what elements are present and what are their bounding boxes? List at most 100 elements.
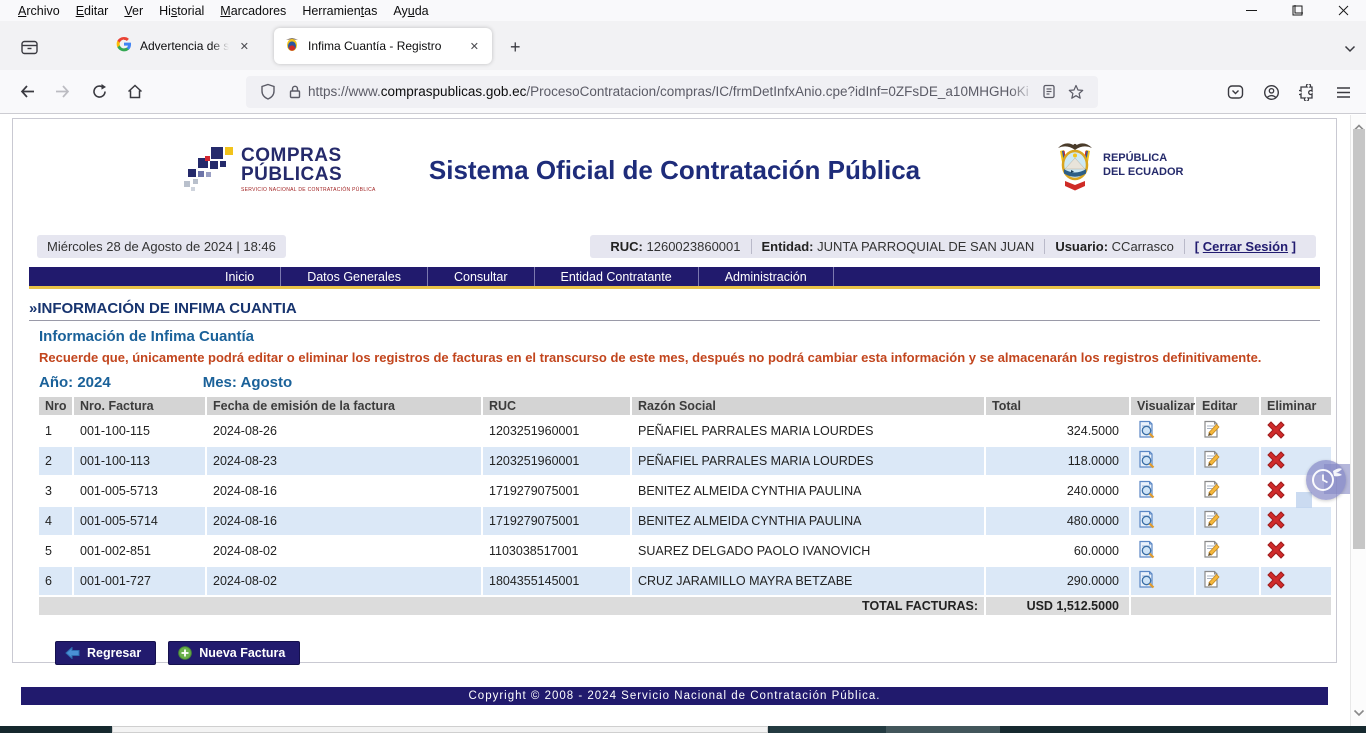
forward-icon[interactable] [48, 77, 78, 107]
reload-icon[interactable] [84, 77, 114, 107]
url-bar[interactable]: https://www.compraspublicas.gob.ec/Proce… [246, 76, 1098, 108]
taskbar-segment [0, 726, 110, 733]
scrollbar-thumb[interactable] [1353, 129, 1365, 549]
eliminar-icon[interactable] [1267, 541, 1285, 559]
pocket-icon[interactable] [1220, 77, 1250, 107]
cell-factura: 001-002-851 [74, 537, 205, 565]
taskbar-segment [1000, 726, 1366, 733]
visualizar-icon[interactable] [1137, 540, 1156, 559]
datetime-box: Miércoles 28 de Agosto de 2024 | 18:46 [37, 235, 286, 258]
visualizar-icon[interactable] [1137, 480, 1156, 499]
lock-icon[interactable] [288, 84, 302, 100]
col-nro: Nro [39, 397, 72, 415]
clock-wing-icon[interactable] [1306, 460, 1346, 500]
account-icon[interactable] [1256, 77, 1286, 107]
tab-advertencia[interactable]: Advertencia de software malici ✕ [106, 28, 262, 64]
eliminar-icon[interactable] [1267, 481, 1285, 499]
scroll-down-icon[interactable] [1353, 704, 1365, 722]
republica-ecuador-logo: REPÚBLICA DEL ECUADOR [1053, 139, 1183, 193]
shield-icon[interactable] [260, 83, 276, 100]
menu-ayuda[interactable]: Ayuda [385, 2, 436, 20]
cell-total: 60.0000 [986, 537, 1129, 565]
warning-text: Recuerde que, únicamente podrá editar o … [39, 350, 1269, 366]
visualizar-icon[interactable] [1137, 510, 1156, 529]
editar-icon[interactable] [1202, 570, 1221, 589]
cell-ruc: 1719279075001 [483, 507, 630, 535]
col-fecha: Fecha de emisión de la factura [207, 397, 481, 415]
cell-razon: BENITEZ ALMEIDA CYNTHIA PAULINA [632, 477, 984, 505]
logo-tagline: SERVICIO NACIONAL DE CONTRATACIÓN PÚBLIC… [241, 187, 376, 193]
close-window-button[interactable] [1320, 0, 1366, 21]
firefox-view-icon[interactable] [14, 32, 44, 62]
editar-icon[interactable] [1202, 420, 1221, 439]
taskbar-strip [0, 726, 1366, 733]
cell-fecha: 2024-08-16 [207, 477, 481, 505]
taskbar-search-sliver[interactable] [112, 726, 768, 733]
menu-herramientas[interactable]: Herramientas [294, 2, 385, 20]
visualizar-icon[interactable] [1137, 450, 1156, 469]
cell-fecha: 2024-08-02 [207, 537, 481, 565]
menu-editar[interactable]: Editar [68, 2, 117, 20]
cell-factura: 001-100-115 [74, 417, 205, 445]
eliminar-icon[interactable] [1267, 571, 1285, 589]
new-tab-button[interactable]: + [502, 37, 529, 58]
cell-total: 290.0000 [986, 567, 1129, 595]
month-label: Mes: Agosto [203, 374, 292, 391]
col-visualizar: Visualizar [1131, 397, 1194, 415]
page-content: COMPRAS PÚBLICAS SERVICIO NACIONAL DE CO… [12, 118, 1337, 663]
nav-item-datos-generales[interactable]: Datos Generales [281, 267, 428, 286]
visualizar-icon[interactable] [1137, 570, 1156, 589]
editar-icon[interactable] [1202, 450, 1221, 469]
nueva-factura-button[interactable]: Nueva Factura [168, 641, 300, 665]
col-razon: Razón Social [632, 397, 984, 415]
cell-ruc: 1203251960001 [483, 417, 630, 445]
back-icon[interactable] [12, 77, 42, 107]
tab-infima-cuantia[interactable]: Infima Cuantía - Registro ✕ [274, 28, 492, 64]
reader-mode-icon[interactable] [1042, 84, 1056, 99]
extensions-puzzle-icon[interactable] [1292, 77, 1322, 107]
list-all-tabs-icon[interactable] [1344, 40, 1356, 58]
vertical-scrollbar[interactable] [1350, 115, 1366, 726]
editar-icon[interactable] [1202, 510, 1221, 529]
section-title: Información de Infima Cuantía [39, 328, 1320, 345]
year-label: Año: 2024 [39, 374, 111, 391]
browser-toolbar: https://www.compraspublicas.gob.ec/Proce… [0, 70, 1366, 114]
cell-fecha: 2024-08-02 [207, 567, 481, 595]
nav-item-entidad-contratante[interactable]: Entidad Contratante [535, 267, 699, 286]
hamburger-menu-icon[interactable] [1328, 77, 1358, 107]
floating-clock-widget[interactable] [1306, 460, 1346, 500]
home-icon[interactable] [120, 77, 150, 107]
cell-total: 324.5000 [986, 417, 1129, 445]
nav-item-consultar[interactable]: Consultar [428, 267, 535, 286]
ruc-segment: RUC: 1260023860001 [600, 239, 750, 254]
menu-archivo[interactable]: Archivo [10, 2, 68, 20]
eliminar-icon[interactable] [1267, 421, 1285, 439]
cell-ruc: 1804355145001 [483, 567, 630, 595]
nav-item-inicio[interactable]: Inicio [199, 267, 281, 286]
invoices-table: Nro Nro. Factura Fecha de emisión de la … [37, 395, 1333, 617]
regresar-button[interactable]: Regresar [55, 641, 156, 665]
menu-marcadores[interactable]: Marcadores [212, 2, 294, 20]
cell-total: 118.0000 [986, 447, 1129, 475]
menu-historial[interactable]: Historial [151, 2, 212, 20]
bookmark-star-icon[interactable] [1068, 84, 1084, 100]
eliminar-icon[interactable] [1267, 511, 1285, 529]
logout-link[interactable]: Cerrar Sesión [1203, 239, 1288, 254]
editar-icon[interactable] [1202, 480, 1221, 499]
cell-ruc: 1203251960001 [483, 447, 630, 475]
menu-ver[interactable]: Ver [116, 2, 151, 20]
action-buttons: Regresar Nueva Factura [55, 641, 1320, 665]
col-eliminar: Eliminar [1261, 397, 1331, 415]
eliminar-icon[interactable] [1267, 451, 1285, 469]
table-row: 1 001-100-115 2024-08-26 1203251960001 P… [39, 417, 1331, 445]
close-tab-icon[interactable]: ✕ [467, 39, 482, 54]
maximize-button[interactable] [1274, 0, 1320, 21]
close-tab-icon[interactable]: ✕ [237, 39, 252, 54]
minimize-button[interactable] [1228, 0, 1274, 21]
editar-icon[interactable] [1202, 540, 1221, 559]
nav-item-administración[interactable]: Administración [699, 267, 834, 286]
tab-title: Infima Cuantía - Registro [308, 39, 459, 53]
cell-fecha: 2024-08-16 [207, 507, 481, 535]
plus-circle-icon [178, 646, 192, 660]
visualizar-icon[interactable] [1137, 420, 1156, 439]
